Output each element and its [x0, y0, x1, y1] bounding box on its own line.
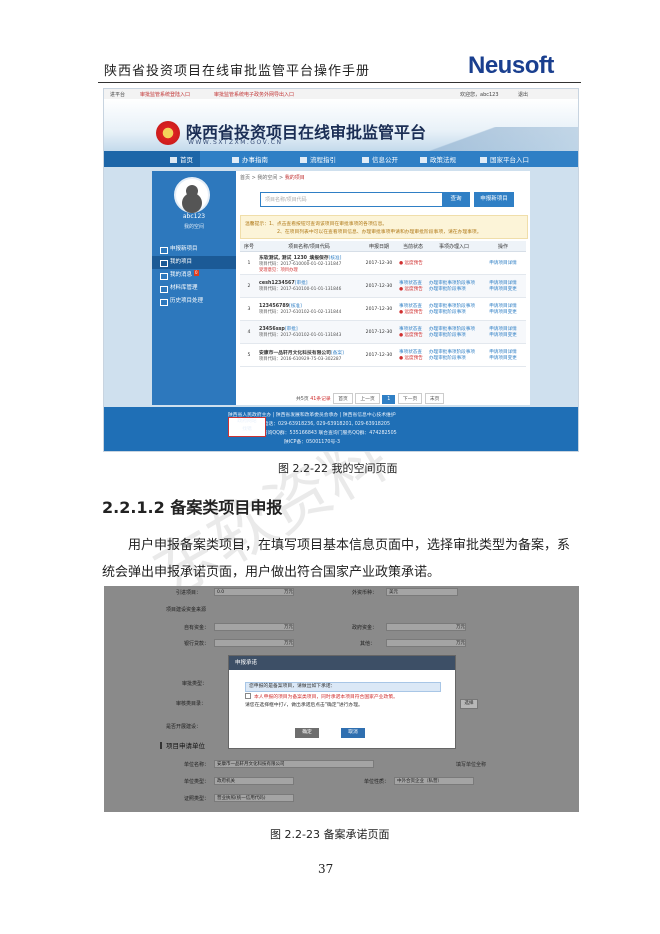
- pager-next[interactable]: 下一页: [397, 393, 423, 404]
- industry-select-button[interactable]: 选择: [460, 699, 478, 709]
- project-detail-link[interactable]: 申请项目详情: [481, 260, 525, 266]
- commitment-modal: 申报承诺 您申报的是备案项目，请做出如下承诺： 本人申报的项目为备案类项目，同时…: [228, 655, 456, 749]
- unit-type-select[interactable]: 政府机关: [214, 777, 294, 785]
- bank-loan-field[interactable]: [214, 639, 294, 647]
- main-nav: 首页 办事指南 流程指引 信息公开 政策法规 国家平台入口: [104, 151, 578, 167]
- nav-guide[interactable]: 办事指南: [232, 154, 268, 164]
- my-space-screenshot: 进平台 审批监管系统登陆入口 审批监管系统电子政务外网导出入口 欢迎您，abc1…: [103, 88, 579, 452]
- topbar-welcome: 欢迎您，abc123: [460, 92, 499, 98]
- document-header-title: 陕西省投资项目在线审批监管平台操作手册: [104, 64, 371, 79]
- search-input[interactable]: 项目名称/项目代码: [260, 192, 444, 207]
- figure-caption-2-2-23: 图 2.2-23 备案承诺页面: [270, 828, 390, 841]
- gov-fund-field[interactable]: [386, 623, 466, 631]
- nav-info[interactable]: 信息公开: [362, 154, 398, 164]
- pager-prev[interactable]: 上一页: [355, 393, 380, 404]
- site-url: WWW.SXTZXM.GOV.CN: [188, 139, 283, 146]
- page-number: 37: [318, 862, 334, 876]
- pager-last[interactable]: 末页: [424, 393, 445, 404]
- topbar-link-login[interactable]: 审批监管系统登陆入口: [140, 91, 190, 98]
- nav-process[interactable]: 流程指引: [300, 154, 336, 164]
- unit-name-field[interactable]: 安康市一品轩月文化科技有限公司: [214, 760, 374, 768]
- user-space-link[interactable]: 我的空间: [152, 223, 236, 230]
- topbar-logout[interactable]: 退出: [518, 91, 528, 98]
- topbar-link-extranet[interactable]: 审批监管系统电子政务外网导出入口: [214, 91, 294, 98]
- unit-nature-select[interactable]: 中外合资企业（私营）: [394, 777, 474, 785]
- table-row: 3 123456789[核准] 项目代码：2017-610102-01-02-13…: [240, 297, 526, 321]
- modal-instruction: 请您在选择框中打√，做出承诺后点击"确定"进行办理。: [245, 703, 363, 708]
- table-row: 5 安康市一品轩月文化科技有限公司[备案] 项目代码：2016-610929-75…: [240, 343, 526, 367]
- table-row: 1 东软测试, 测试_1230_填报保存[核准] 项目代码：2017-610000…: [240, 251, 526, 275]
- other-fund-field[interactable]: [386, 639, 466, 647]
- guide-icon: [232, 157, 239, 163]
- table-row: 4 23456ssp[审批] 项目代码：2017-610102-01-01-131…: [240, 320, 526, 344]
- entry-link[interactable]: 办理审批阶段事项: [429, 286, 479, 292]
- record-count: 41条记录: [310, 397, 331, 402]
- pager-current[interactable]: 1: [382, 395, 396, 404]
- notice-box: 温馨提示：1、点击查看按钮可查询该项目在审批事项的各项信息。 2、在项目列表中可…: [240, 215, 528, 239]
- table-row: 2 cesh1234567[审批] 项目代码：2017-610100-01-01-…: [240, 274, 526, 298]
- side-menu: 申报新项目 我的项目 我的消息 0 材料库管理 历史项目处理: [152, 243, 236, 308]
- project-change-link[interactable]: 申请项目变更: [481, 332, 525, 338]
- modal-title: 申报承诺: [229, 656, 455, 670]
- policy-icon: [420, 157, 427, 163]
- figure-caption-2-2-22: 图 2.2-22 我的空间页面: [278, 462, 398, 475]
- project-table: 序号 项目名称/项目代码 申报日期 当前状态 事项办理入口 操作 1 东软测试,…: [240, 241, 526, 367]
- commitment-checkbox[interactable]: 本人申报的项目为备案类项目，同时承诺本项目符合国家产业政策。: [245, 693, 398, 700]
- message-count-badge: 0: [194, 270, 199, 276]
- neusoft-logo: Neusoft: [468, 52, 554, 79]
- globe-icon: [480, 157, 487, 163]
- query-button[interactable]: 查询: [442, 192, 470, 207]
- cancel-button[interactable]: 取消: [341, 728, 365, 738]
- pager-first[interactable]: 首页: [333, 393, 353, 404]
- filing-commitment-screenshot: 引进项目： 0.0 万元 外资币种： 美元 项目建设资金来源 自有资金： 万元 …: [104, 586, 579, 812]
- table-header-row: 序号 项目名称/项目代码 申报日期 当前状态 事项办理入口 操作: [240, 241, 526, 252]
- avatar: [174, 177, 210, 213]
- user-name: abc123: [182, 213, 206, 220]
- project-change-link[interactable]: 申请项目变更: [481, 355, 525, 361]
- breadcrumb: 首页 > 我的空间 > 我的项目: [240, 175, 305, 181]
- top-link-bar: 进平台 审批监管系统登陆入口 审批监管系统电子政务外网导出入口 欢迎您，abc1…: [104, 89, 578, 99]
- section-heading: 2.2.1.2 备案类项目申报: [102, 498, 283, 517]
- topbar-home[interactable]: 进平台: [110, 91, 125, 98]
- own-fund-field[interactable]: [214, 623, 294, 631]
- nav-policy[interactable]: 政策法规: [420, 154, 456, 164]
- sidebar-item-history[interactable]: 历史项目处理: [152, 295, 236, 308]
- entry-link[interactable]: 办理审批阶段事项: [429, 355, 479, 361]
- info-icon: [362, 157, 369, 163]
- body-paragraph-line-1: 用户申报备案类项目，在填写项目基本信息页面中，选择审批类型为备案，系: [128, 538, 571, 553]
- section-applicant: 项目申请单位: [160, 740, 205, 750]
- entry-link[interactable]: 办理审批阶段事项: [429, 332, 479, 338]
- sidebar-item-my-projects[interactable]: 我的项目: [152, 256, 236, 269]
- nav-home[interactable]: 首页: [170, 154, 193, 164]
- entry-link[interactable]: 办理审批阶段事项: [429, 309, 479, 315]
- confirm-button[interactable]: 确定: [295, 728, 319, 738]
- site-footer: 陕西省人民政府主办 | 陕西省发展和改革委员会承办 | 陕西省信息中心技术维护 …: [104, 407, 578, 451]
- nav-national[interactable]: 国家平台入口: [480, 154, 529, 164]
- site-banner: 陕西省投资项目在线审批监管平台 WWW.SXTZXM.GOV.CN: [104, 99, 578, 167]
- sidebar-item-materials[interactable]: 材料库管理: [152, 282, 236, 295]
- project-change-link[interactable]: 申请项目变更: [481, 286, 525, 292]
- process-icon: [300, 157, 307, 163]
- header-rule: [98, 82, 581, 83]
- project-change-link[interactable]: 申请项目变更: [481, 309, 525, 315]
- currency-select[interactable]: 美元: [386, 588, 458, 596]
- my-projects-panel: 首页 > 我的空间 > 我的项目 项目名称/项目代码 查询 申报新项目 温馨提示…: [236, 171, 530, 405]
- pagination: 共5页 41条记录 首页 上一页 1 下一页 末页: [296, 393, 445, 404]
- gov-site-error-badge[interactable]: 政府网站 找错: [228, 417, 266, 437]
- body-paragraph-line-2: 统会弹出申报承诺页面，用户做出符合国家产业政策承诺。: [102, 565, 441, 580]
- sidebar-item-new-project[interactable]: 申报新项目: [152, 243, 236, 256]
- apply-new-project-button[interactable]: 申报新项目: [474, 192, 514, 207]
- home-icon: [170, 157, 177, 163]
- invest-amount-field[interactable]: 0.0: [214, 588, 294, 596]
- modal-prompt: 您申报的是备案项目，请做出如下承诺：: [245, 682, 441, 692]
- national-emblem-icon: [156, 121, 180, 145]
- user-sidebar: abc123 我的空间 申报新项目 我的项目 我的消息 0 材料库管理 历史项目处…: [152, 171, 236, 405]
- sidebar-item-messages[interactable]: 我的消息 0: [152, 269, 236, 282]
- cert-type-select[interactable]: 营业执照(统一信用代码): [214, 794, 294, 802]
